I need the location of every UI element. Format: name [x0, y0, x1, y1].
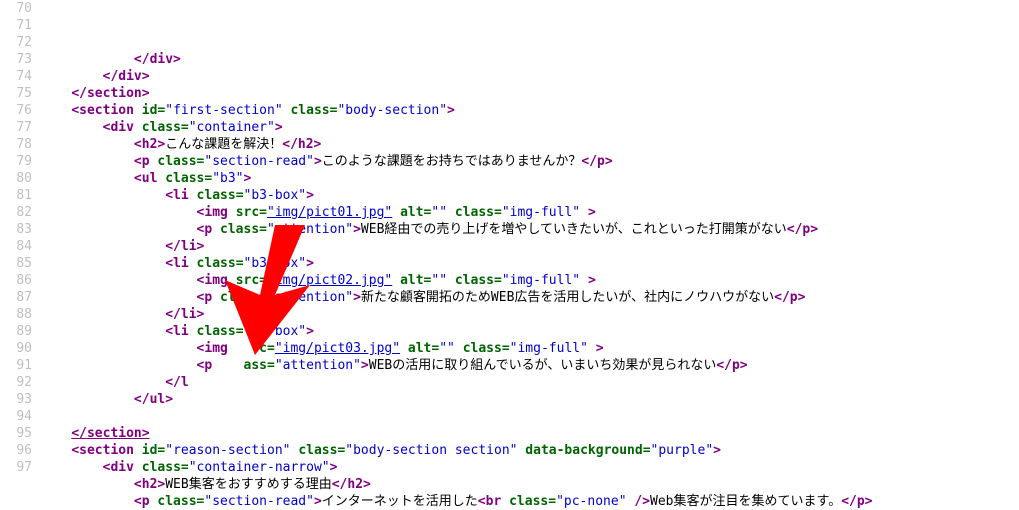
code-line[interactable]: <ul class="b3">	[40, 170, 1019, 187]
code-editor: 7071727374757677787980818283848586878889…	[0, 0, 1019, 510]
code-line[interactable]: <section id="reason-section" class="body…	[40, 442, 1019, 459]
code-line[interactable]: <li class="b3-box">	[40, 187, 1019, 204]
line-number: 93	[0, 391, 32, 408]
code-line[interactable]: </li>	[40, 238, 1019, 255]
line-number: 84	[0, 238, 32, 255]
line-number: 76	[0, 102, 32, 119]
line-number: 74	[0, 68, 32, 85]
line-number: 94	[0, 408, 32, 425]
line-number: 90	[0, 340, 32, 357]
line-number: 73	[0, 51, 32, 68]
line-number: 81	[0, 187, 32, 204]
code-line[interactable]: </l	[40, 374, 1019, 391]
line-number: 89	[0, 323, 32, 340]
code-line[interactable]: </section>	[40, 85, 1019, 102]
line-number: 82	[0, 204, 32, 221]
line-number: 80	[0, 170, 32, 187]
code-line[interactable]: </section>	[40, 425, 1019, 442]
code-line[interactable]: <h2>こんな課題を解決！</h2>	[40, 136, 1019, 153]
line-number: 87	[0, 289, 32, 306]
line-number: 79	[0, 153, 32, 170]
code-line[interactable]: <p class="section-read">このような課題をお持ちではありま…	[40, 153, 1019, 170]
line-number: 78	[0, 136, 32, 153]
line-number: 95	[0, 425, 32, 442]
code-line[interactable]: <h2>WEB集客をおすすめする理由</h2>	[40, 476, 1019, 493]
code-area[interactable]: </div> </div> </section> <section id="fi…	[40, 0, 1019, 510]
line-number: 96	[0, 442, 32, 459]
code-line[interactable]: </div>	[40, 68, 1019, 85]
code-line[interactable]: </div>	[40, 51, 1019, 68]
code-line[interactable]: <div class="container">	[40, 119, 1019, 136]
code-line[interactable]: </li>	[40, 306, 1019, 323]
code-line[interactable]: <p class="attention">WEB経由での売り上げを増やしていきた…	[40, 221, 1019, 238]
code-line[interactable]: <img src="img/pict02.jpg" alt="" class="…	[40, 272, 1019, 289]
code-line[interactable]: <p class="attention">新たな顧客開拓のためWEB広告を活用し…	[40, 289, 1019, 306]
line-number: 72	[0, 34, 32, 51]
code-line[interactable]: <div class="container-narrow">	[40, 459, 1019, 476]
line-number: 97	[0, 459, 32, 476]
line-number: 85	[0, 255, 32, 272]
line-number: 75	[0, 85, 32, 102]
code-line[interactable]: <p class="section-read">インターネットを活用した<br …	[40, 493, 1019, 510]
code-line[interactable]: <li class="b3-box">	[40, 255, 1019, 272]
line-number: 88	[0, 306, 32, 323]
code-line[interactable]: </ul>	[40, 391, 1019, 408]
line-number: 83	[0, 221, 32, 238]
line-number: 77	[0, 119, 32, 136]
code-line[interactable]: <section id="first-section" class="body-…	[40, 102, 1019, 119]
line-number: 92	[0, 374, 32, 391]
code-line[interactable]	[40, 408, 1019, 425]
code-line[interactable]: <p ass="attention">WEBの活用に取り組んでいるが、いまいち効…	[40, 357, 1019, 374]
line-number: 86	[0, 272, 32, 289]
line-number: 91	[0, 357, 32, 374]
line-number: 70	[0, 0, 32, 17]
code-line[interactable]: <img src="img/pict01.jpg" alt="" class="…	[40, 204, 1019, 221]
code-line[interactable]: <img c="img/pict03.jpg" alt="" class="im…	[40, 340, 1019, 357]
line-number-gutter: 7071727374757677787980818283848586878889…	[0, 0, 40, 510]
line-number: 71	[0, 17, 32, 34]
code-line[interactable]: <li class="b3-box">	[40, 323, 1019, 340]
